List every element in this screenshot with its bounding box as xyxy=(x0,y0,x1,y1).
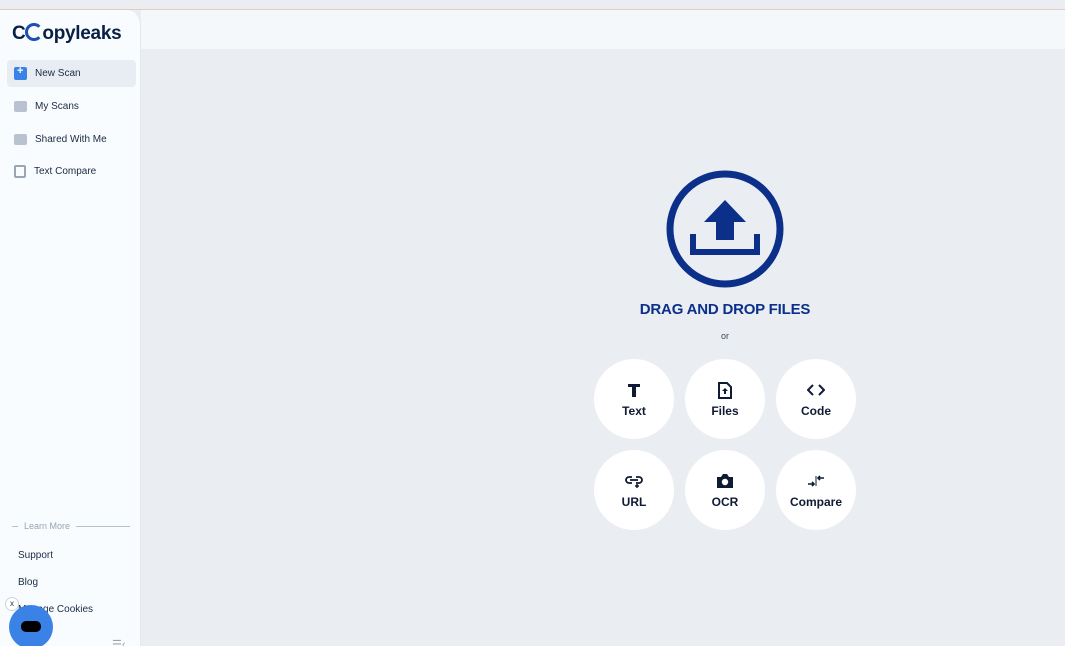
ocr-option-button[interactable]: OCR xyxy=(685,450,765,530)
text-option-button[interactable]: Text xyxy=(594,359,674,439)
compare-arrows-icon xyxy=(807,471,825,491)
chat-icon xyxy=(21,621,41,632)
url-option-button[interactable]: URL xyxy=(594,450,674,530)
drag-drop-title: DRAG AND DROP FILES xyxy=(639,301,811,318)
sidebar-item-my-scans[interactable]: My Scans xyxy=(7,93,136,120)
code-icon xyxy=(807,380,825,400)
chat-close-button[interactable]: x xyxy=(5,597,19,611)
collapse-sidebar-icon[interactable]: ☰‹ xyxy=(112,638,126,646)
new-scan-icon xyxy=(14,65,27,80)
upload-icon[interactable] xyxy=(666,170,784,288)
top-bar xyxy=(141,10,1065,49)
files-option-button[interactable]: Files xyxy=(685,359,765,439)
sidebar-item-label: Text Compare xyxy=(34,166,97,177)
text-icon xyxy=(626,380,642,400)
sidebar-item-text-compare[interactable]: Text Compare xyxy=(7,158,136,185)
sidebar-item-label: Shared With Me xyxy=(35,134,107,145)
sidebar-item-label: New Scan xyxy=(35,68,81,79)
link-icon xyxy=(625,471,643,491)
camera-icon xyxy=(716,471,734,491)
or-label: or xyxy=(720,331,729,341)
folder-icon xyxy=(14,101,27,112)
learn-more-divider: Learn More xyxy=(12,521,130,531)
code-option-button[interactable]: Code xyxy=(776,359,856,439)
sidebar-item-shared-with-me[interactable]: Shared With Me xyxy=(7,126,136,153)
support-link[interactable]: Support xyxy=(18,550,53,561)
compare-icon xyxy=(14,165,26,178)
sidebar: Copyleaks New Scan My Scans Shared With … xyxy=(0,10,141,646)
file-upload-icon xyxy=(718,380,732,400)
chat-button[interactable] xyxy=(9,605,53,646)
sidebar-item-new-scan[interactable]: New Scan xyxy=(7,60,136,87)
blog-link[interactable]: Blog xyxy=(18,577,38,588)
shared-folder-icon xyxy=(14,134,27,145)
copyleaks-logo[interactable]: Copyleaks xyxy=(12,23,122,45)
compare-option-button[interactable]: Compare xyxy=(776,450,856,530)
sidebar-item-label: My Scans xyxy=(35,101,79,112)
